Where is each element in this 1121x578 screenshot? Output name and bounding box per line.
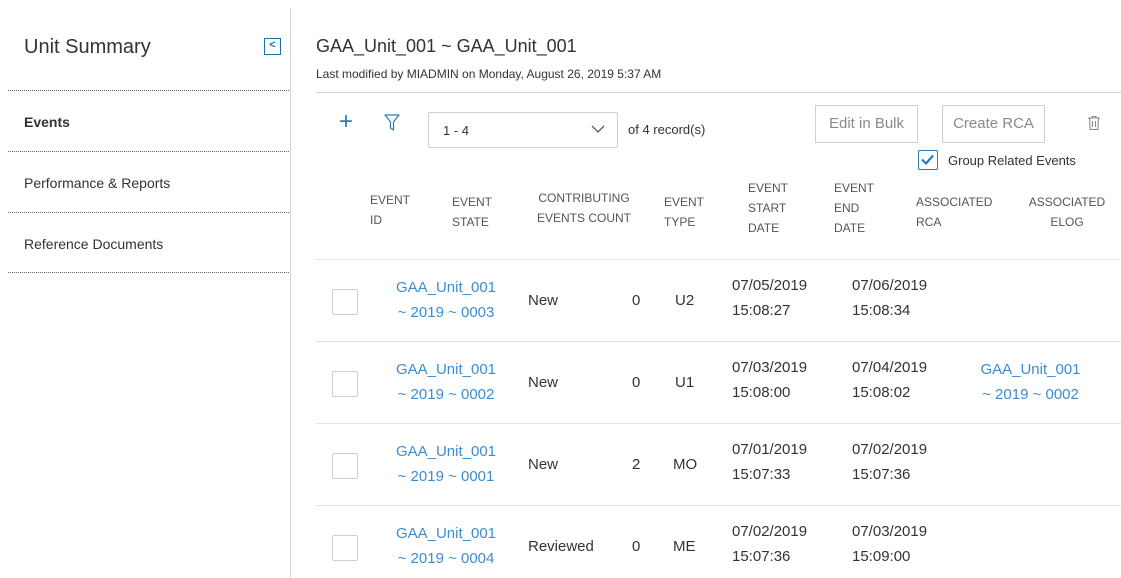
- sidebar-header: Unit Summary <: [24, 36, 291, 68]
- row-checkbox[interactable]: [332, 535, 358, 561]
- sidebar-divider: [8, 90, 291, 91]
- contributing-count: 0: [632, 538, 641, 555]
- last-modified-text: Last modified by MIADMIN on Monday, Augu…: [316, 67, 662, 81]
- edit-in-bulk-button[interactable]: Edit in Bulk: [815, 105, 918, 143]
- event-id-link[interactable]: GAA_Unit_001 ~ 2019 ~ 0002: [386, 357, 506, 407]
- event-end-date: 07/06/2019 15:08:34: [852, 277, 928, 319]
- row-checkbox[interactable]: [332, 289, 358, 315]
- group-related-label: Group Related Events: [948, 153, 1076, 168]
- column-header-event-state[interactable]: EVENT STATE: [452, 192, 492, 232]
- row-checkbox[interactable]: [332, 371, 358, 397]
- event-start-date: 07/05/2019 15:08:27: [732, 277, 808, 319]
- add-icon[interactable]: +: [339, 110, 353, 134]
- column-header-associated-rca[interactable]: ASSOCIATED RCA: [916, 192, 992, 232]
- checkmark-icon: [921, 154, 934, 166]
- event-type: U2: [675, 292, 695, 309]
- sidebar-divider: [8, 272, 291, 273]
- associated-rca-link[interactable]: GAA_Unit_001 ~ 2019 ~ 0002: [968, 357, 1093, 407]
- event-type: U1: [675, 374, 695, 391]
- column-header-event-start-date[interactable]: EVENT START DATE: [748, 178, 788, 238]
- funnel-icon[interactable]: [384, 114, 400, 132]
- trash-icon[interactable]: [1087, 115, 1101, 131]
- column-header-contributing-events-count[interactable]: CONTRIBUTING EVENTS COUNT: [528, 188, 640, 228]
- page-title: GAA_Unit_001 ~ GAA_Unit_001: [316, 36, 577, 56]
- event-type: ME: [673, 538, 696, 555]
- record-range-value: 1 - 4: [443, 123, 470, 138]
- sidebar: Unit Summary < Events Performance & Repo…: [0, 0, 291, 578]
- event-id-link[interactable]: GAA_Unit_001 ~ 2019 ~ 0004: [386, 521, 506, 571]
- sidebar-title: Unit Summary: [24, 36, 151, 58]
- column-header-associated-elog[interactable]: ASSOCIATED ELOG: [1022, 192, 1112, 232]
- table-row[interactable]: GAA_Unit_001 ~ 2019 ~ 0003 New 0 U2 07/0…: [316, 260, 1121, 341]
- create-rca-button[interactable]: Create RCA: [942, 105, 1045, 143]
- event-state: New: [528, 292, 559, 309]
- sidebar-item-reference-documents[interactable]: Reference Documents: [24, 236, 163, 252]
- sidebar-divider: [8, 212, 291, 213]
- contributing-count: 0: [632, 374, 641, 391]
- chevron-down-icon: [591, 122, 605, 136]
- event-id-link[interactable]: GAA_Unit_001 ~ 2019 ~ 0003: [386, 275, 506, 325]
- event-end-date: 07/02/2019 15:07:36: [852, 441, 928, 483]
- event-type: MO: [673, 456, 698, 473]
- event-state: Reviewed: [528, 538, 594, 555]
- contributing-count: 0: [632, 292, 641, 309]
- sidebar-item-events[interactable]: Events: [24, 114, 70, 130]
- table-row[interactable]: GAA_Unit_001 ~ 2019 ~ 0001 New 2 MO 07/0…: [316, 424, 1121, 505]
- column-header-event-id[interactable]: EVENT ID: [370, 190, 410, 230]
- table-row[interactable]: GAA_Unit_001 ~ 2019 ~ 0004 Reviewed 0 ME…: [316, 506, 1121, 578]
- table-row[interactable]: GAA_Unit_001 ~ 2019 ~ 0002 New 0 U1 07/0…: [316, 342, 1121, 423]
- event-start-date: 07/01/2019 15:07:33: [732, 441, 808, 483]
- sidebar-separator: [290, 8, 291, 578]
- sidebar-item-performance-reports[interactable]: Performance & Reports: [24, 175, 170, 191]
- row-checkbox[interactable]: [332, 453, 358, 479]
- event-end-date: 07/03/2019 15:09:00: [852, 523, 928, 565]
- event-end-date: 07/04/2019 15:08:02: [852, 359, 928, 401]
- event-state: New: [528, 374, 559, 391]
- group-related-checkbox[interactable]: [918, 150, 938, 170]
- event-start-date: 07/03/2019 15:08:00: [732, 359, 808, 401]
- event-start-date: 07/02/2019 15:07:36: [732, 523, 808, 565]
- event-id-link[interactable]: GAA_Unit_001 ~ 2019 ~ 0001: [386, 439, 506, 489]
- contributing-count: 2: [632, 456, 641, 473]
- header-divider: [316, 92, 1121, 93]
- event-state: New: [528, 456, 559, 473]
- collapse-sidebar-icon[interactable]: <: [264, 38, 281, 55]
- column-header-event-end-date[interactable]: EVENT END DATE: [834, 178, 874, 238]
- record-count: of 4 record(s): [628, 122, 706, 137]
- column-header-event-type[interactable]: EVENT TYPE: [664, 192, 704, 232]
- record-range-select[interactable]: 1 - 4: [428, 112, 618, 148]
- sidebar-divider: [8, 151, 291, 152]
